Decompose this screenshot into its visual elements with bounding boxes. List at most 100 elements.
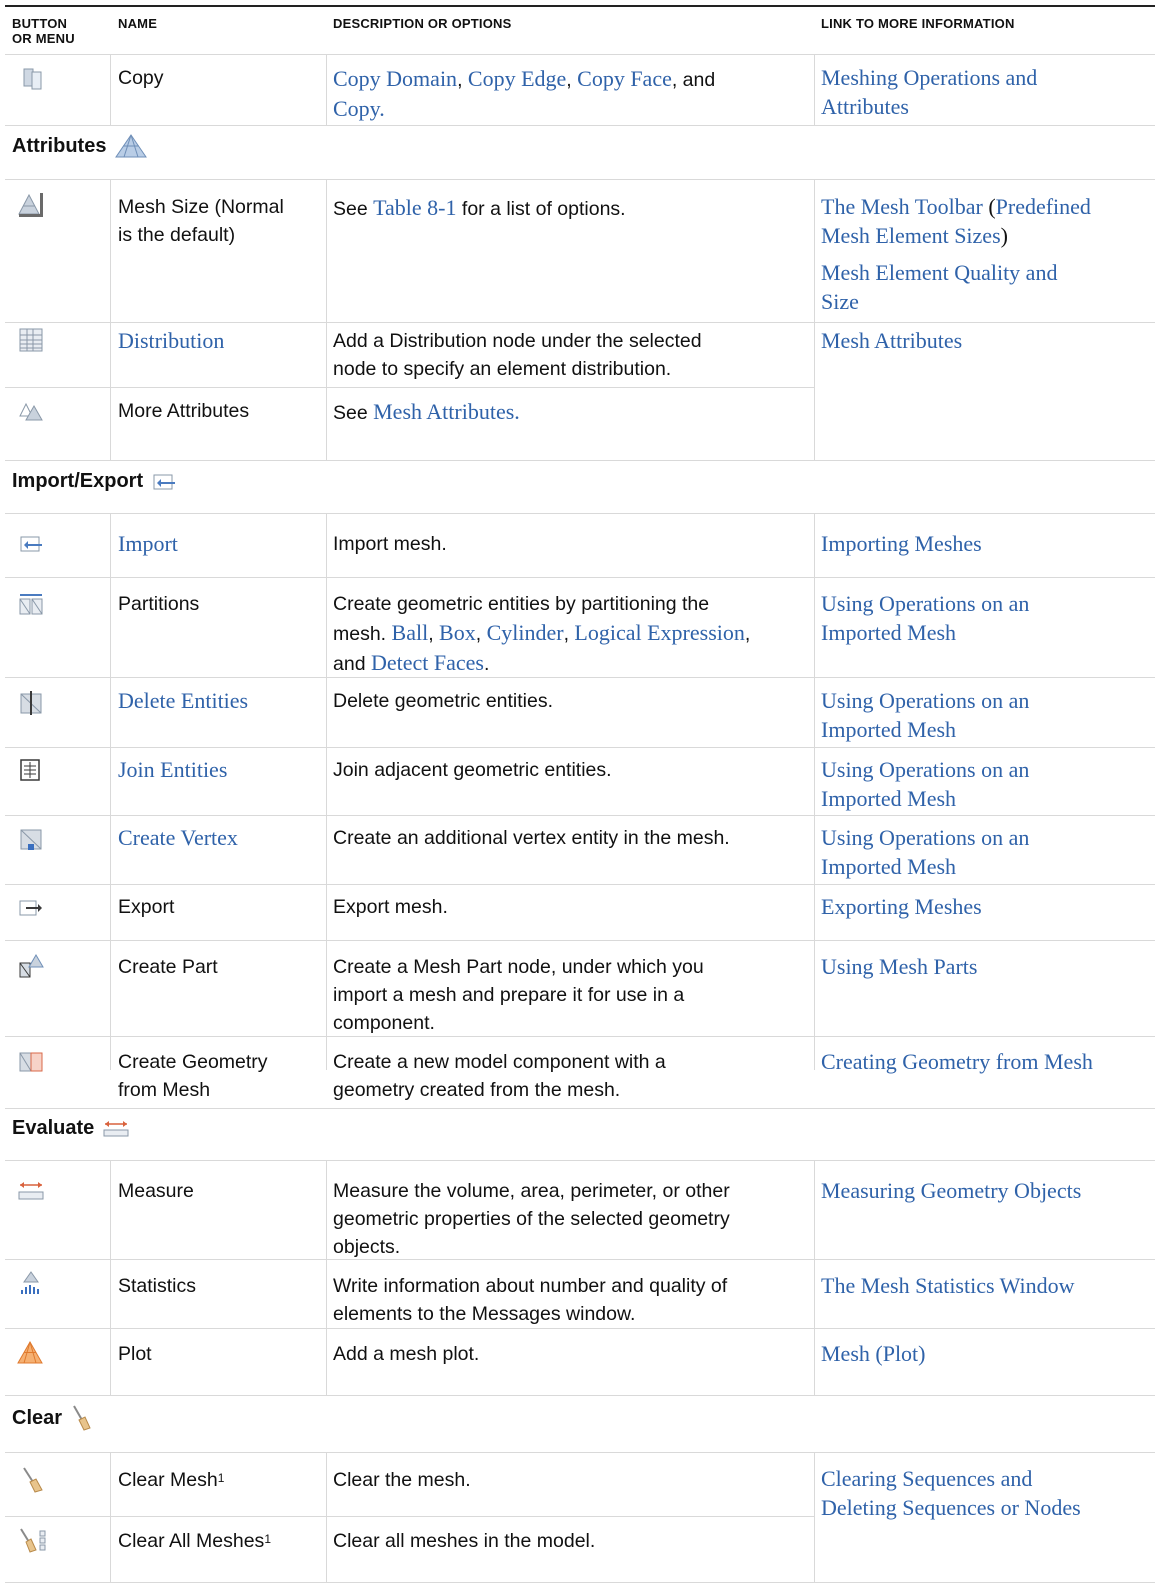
row-create-geometry-link[interactable]: Creating Geometry from Mesh bbox=[821, 1047, 1093, 1076]
row-statistics-link[interactable]: The Mesh Statistics Window bbox=[821, 1271, 1075, 1300]
row-rule bbox=[5, 577, 1155, 578]
row-rule bbox=[5, 747, 1155, 748]
row-export-link[interactable]: Exporting Meshes bbox=[821, 892, 982, 921]
link-line[interactable]: Deleting Sequences or Nodes bbox=[821, 1493, 1081, 1522]
row-more-attributes-name: More Attributes bbox=[118, 400, 250, 422]
row-rule bbox=[5, 322, 1155, 323]
link-line[interactable]: Using Operations on an bbox=[821, 823, 1029, 852]
box-link[interactable]: Box bbox=[439, 620, 476, 645]
header-name: NAME bbox=[118, 16, 158, 31]
paren: ( bbox=[982, 194, 996, 219]
row-create-part-link[interactable]: Using Mesh Parts bbox=[821, 952, 977, 981]
link-line[interactable]: Meshing Operations and bbox=[821, 63, 1037, 92]
link-line[interactable]: Using Operations on an bbox=[821, 755, 1029, 784]
name-text: Clear Mesh bbox=[118, 1469, 218, 1491]
row-create-vertex-name[interactable]: Create Vertex bbox=[118, 823, 238, 852]
desc-line: Add a Distribution node under the select… bbox=[333, 330, 702, 352]
mesh-toolbar-link[interactable]: The Mesh Toolbar bbox=[821, 194, 983, 219]
copy-edge-link[interactable]: Copy Edge bbox=[468, 66, 566, 91]
partitions-icon bbox=[19, 594, 43, 615]
row-import-link[interactable]: Importing Meshes bbox=[821, 529, 982, 558]
section-evaluate-label: Evaluate bbox=[12, 1117, 95, 1139]
desc-line: Create a new model component with a bbox=[333, 1051, 666, 1073]
link-line[interactable]: Imported Mesh bbox=[821, 618, 1029, 647]
link-line[interactable]: Imported Mesh bbox=[821, 784, 1029, 813]
row-plot-link[interactable]: Mesh (Plot) bbox=[821, 1339, 926, 1368]
row-clear-mesh-desc: Clear the mesh. bbox=[333, 1469, 471, 1491]
col-rule bbox=[814, 55, 815, 125]
sep: , bbox=[428, 623, 440, 645]
header-button: BUTTON bbox=[12, 16, 68, 31]
mesh-plot-icon bbox=[17, 1340, 43, 1364]
link-line[interactable]: Imported Mesh bbox=[821, 852, 1029, 881]
row-copy-link[interactable]: Meshing Operations and Attributes bbox=[821, 63, 1037, 121]
row-mesh-size-name: Mesh Size (Normal is the default) bbox=[118, 193, 284, 249]
row-delete-entities-name[interactable]: Delete Entities bbox=[118, 686, 248, 715]
row-clear-mesh-name: Clear Mesh1 bbox=[118, 1466, 224, 1494]
link-line[interactable]: Imported Mesh bbox=[821, 715, 1029, 744]
row-create-geometry-name: Create Geometry from Mesh bbox=[118, 1048, 268, 1104]
table-8-1-link[interactable]: Table 8-1 bbox=[373, 195, 456, 220]
col-rule bbox=[814, 514, 815, 1070]
section-attributes-label: Attributes bbox=[12, 134, 107, 157]
row-plot-name: Plot bbox=[118, 1343, 152, 1365]
link-line[interactable]: Using Operations on an bbox=[821, 686, 1029, 715]
logical-expression-link[interactable]: Logical Expression bbox=[574, 620, 744, 645]
row-clear-all-name: Clear All Meshes1 bbox=[118, 1527, 271, 1555]
desc-text: mesh. bbox=[333, 623, 392, 645]
detect-faces-link[interactable]: Detect Faces bbox=[371, 650, 484, 675]
col-rule bbox=[326, 1161, 327, 1395]
desc-line: component. bbox=[333, 1012, 435, 1034]
header-or-menu: OR MENU bbox=[12, 31, 75, 46]
mesh-quality-link[interactable]: Size bbox=[821, 287, 1151, 316]
col-rule bbox=[110, 514, 111, 1070]
desc-text: and bbox=[333, 653, 371, 675]
row-delete-entities-link[interactable]: Using Operations on an Imported Mesh bbox=[821, 686, 1029, 744]
name-line: is the default) bbox=[118, 224, 236, 246]
col-rule bbox=[110, 55, 111, 125]
copy-link[interactable]: Copy bbox=[333, 96, 379, 121]
mesh-quality-link[interactable]: Mesh Element Quality and bbox=[821, 258, 1151, 287]
predefined-link[interactable]: Predefined bbox=[996, 194, 1091, 219]
link-line[interactable]: Clearing Sequences and bbox=[821, 1464, 1081, 1493]
row-import-name[interactable]: Import bbox=[118, 529, 178, 558]
row-join-entities-name[interactable]: Join Entities bbox=[118, 755, 227, 784]
more-attributes-icon bbox=[19, 402, 43, 421]
desc-line: elements to the Messages window. bbox=[333, 1303, 636, 1325]
row-distribution-name[interactable]: Distribution bbox=[118, 326, 224, 355]
row-rule bbox=[5, 179, 1155, 180]
row-delete-entities-desc: Delete geometric entities. bbox=[333, 690, 554, 712]
cylinder-link[interactable]: Cylinder bbox=[487, 620, 564, 645]
link-line[interactable]: Attributes bbox=[821, 92, 1037, 121]
create-geometry-icon bbox=[19, 1052, 43, 1072]
row-distribution-link[interactable]: Mesh Attributes bbox=[821, 326, 962, 355]
row-rule bbox=[5, 940, 1155, 941]
copy-domain-link[interactable]: Copy Domain bbox=[333, 66, 457, 91]
predefined-link[interactable]: Mesh Element Sizes bbox=[821, 223, 1001, 248]
link-line[interactable]: Using Operations on an bbox=[821, 589, 1029, 618]
row-more-attributes-desc: See Mesh Attributes. bbox=[333, 397, 520, 427]
row-mesh-size-desc: See Table 8-1 for a list of options. bbox=[333, 193, 626, 223]
row-measure-link[interactable]: Measuring Geometry Objects bbox=[821, 1176, 1081, 1205]
row-statistics-name: Statistics bbox=[118, 1275, 197, 1297]
col-rule bbox=[814, 180, 815, 460]
ball-link[interactable]: Ball bbox=[392, 620, 429, 645]
header-link: LINK TO MORE INFORMATION bbox=[821, 16, 1015, 31]
copy-face-link[interactable]: Copy Face bbox=[577, 66, 672, 91]
desc-text: See bbox=[333, 198, 374, 220]
row-distribution-desc: Add a Distribution node under the select… bbox=[333, 327, 702, 383]
header-rule bbox=[5, 54, 1155, 55]
row-clear-mesh-link[interactable]: Clearing Sequences and Deleting Sequence… bbox=[821, 1464, 1081, 1522]
row-rule bbox=[5, 513, 1155, 514]
row-join-entities-desc: Join adjacent geometric entities. bbox=[333, 759, 612, 781]
col-rule bbox=[326, 55, 327, 125]
row-plot-desc: Add a mesh plot. bbox=[333, 1343, 480, 1365]
col-rule bbox=[326, 1453, 327, 1582]
row-rule bbox=[5, 884, 1155, 885]
row-partitions-link[interactable]: Using Operations on an Imported Mesh bbox=[821, 589, 1029, 647]
row-create-vertex-link[interactable]: Using Operations on an Imported Mesh bbox=[821, 823, 1029, 881]
row-join-entities-link[interactable]: Using Operations on an Imported Mesh bbox=[821, 755, 1029, 813]
paren: ) bbox=[1000, 223, 1008, 248]
mesh-toolbar-reference-table: BUTTON OR MENU NAME DESCRIPTION OR OPTIO… bbox=[0, 0, 1159, 1589]
mesh-attributes-link[interactable]: Mesh Attributes bbox=[373, 399, 514, 424]
